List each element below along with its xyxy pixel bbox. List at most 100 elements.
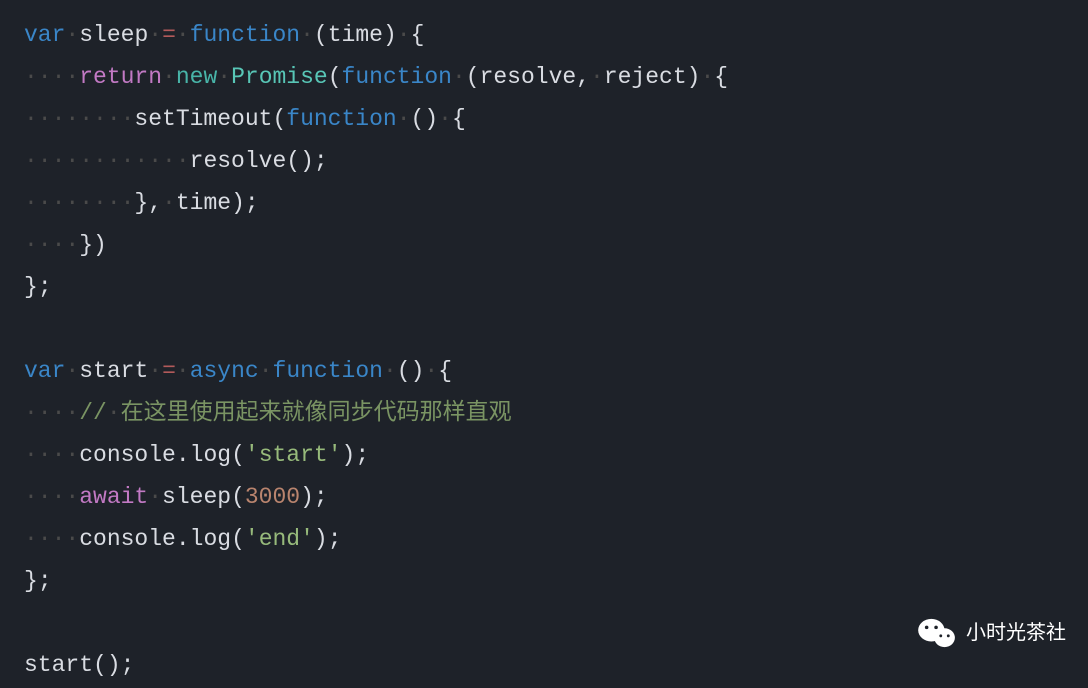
wechat-icon	[918, 617, 956, 649]
code-line: ····console.log('start');	[24, 442, 369, 468]
whitespace-dot: ·	[383, 358, 397, 384]
code-line: ····await·sleep(3000);	[24, 484, 328, 510]
brace-close: }	[24, 274, 38, 300]
keyword-function: function	[342, 64, 452, 90]
semicolon: ;	[314, 484, 328, 510]
brace-open: {	[452, 106, 466, 132]
comment-text: 在这里使用起来就像同步代码那样直观	[121, 400, 512, 426]
brace-close: }	[24, 568, 38, 594]
whitespace-dot: ·	[176, 358, 190, 384]
identifier: console	[79, 442, 176, 468]
string-literal: 'start'	[245, 442, 342, 468]
watermark: 小时光茶社	[918, 612, 1066, 654]
whitespace-dot: ·	[452, 64, 466, 90]
code-line: ········setTimeout(function·()·{	[24, 106, 466, 132]
paren-open: (	[397, 358, 411, 384]
function-call: resolve	[190, 148, 287, 174]
parameter: time	[328, 22, 383, 48]
paren-open: (	[231, 484, 245, 510]
semicolon: ;	[38, 568, 52, 594]
keyword-new: new	[176, 64, 217, 90]
semicolon: ;	[38, 274, 52, 300]
whitespace-dot: ·	[700, 64, 714, 90]
string-literal: 'end'	[245, 526, 314, 552]
code-line: ····//·在这里使用起来就像同步代码那样直观	[24, 400, 512, 426]
paren-close: )	[300, 148, 314, 174]
brace-open: {	[411, 22, 425, 48]
paren-close: )	[107, 652, 121, 678]
operator: =	[162, 22, 176, 48]
code-line: ····console.log('end');	[24, 526, 342, 552]
whitespace-dot: ·	[162, 64, 176, 90]
keyword-function: function	[190, 22, 300, 48]
code-line: };	[24, 568, 52, 594]
whitespace-dot: ·	[148, 484, 162, 510]
code-line: start();	[24, 652, 134, 678]
keyword-async: async	[190, 358, 259, 384]
keyword-var: var	[24, 358, 65, 384]
code-block: var·sleep·=·function·(time)·{ ····return…	[24, 14, 1064, 686]
brace-close: }	[79, 232, 93, 258]
semicolon: ;	[245, 190, 259, 216]
whitespace-dot: ·	[148, 358, 162, 384]
class-name: Promise	[231, 64, 328, 90]
whitespace-dot: ·	[176, 22, 190, 48]
paren-close: )	[383, 22, 397, 48]
parameter: resolve	[480, 64, 577, 90]
parameter: reject	[604, 64, 687, 90]
blank-line	[24, 316, 38, 342]
indent-dots: ········	[24, 106, 134, 132]
paren-close: )	[231, 190, 245, 216]
whitespace-dot: ·	[65, 358, 79, 384]
whitespace-dot: ·	[590, 64, 604, 90]
whitespace-dot: ·	[438, 106, 452, 132]
identifier: console	[79, 526, 176, 552]
function-call: start	[24, 652, 93, 678]
keyword-await: await	[79, 484, 148, 510]
operator: =	[162, 358, 176, 384]
keyword-function: function	[286, 106, 396, 132]
paren-open: (	[328, 64, 342, 90]
function-call: setTimeout	[134, 106, 272, 132]
paren-open: (	[272, 106, 286, 132]
paren-close: )	[342, 442, 356, 468]
paren-open: (	[93, 652, 107, 678]
indent-dots: ····	[24, 232, 79, 258]
keyword-function: function	[273, 358, 383, 384]
whitespace-dot: ·	[397, 22, 411, 48]
paren-open: (	[231, 442, 245, 468]
method-call: log	[190, 526, 231, 552]
code-line: var·sleep·=·function·(time)·{	[24, 22, 424, 48]
brace-open: {	[438, 358, 452, 384]
identifier: time	[176, 190, 231, 216]
keyword-var: var	[24, 22, 65, 48]
paren-open: (	[231, 526, 245, 552]
paren-open: (	[411, 106, 425, 132]
whitespace-dot: ·	[397, 106, 411, 132]
paren-close: )	[411, 358, 425, 384]
watermark-text: 小时光茶社	[966, 612, 1066, 654]
brace-open: {	[714, 64, 728, 90]
whitespace-dot: ·	[259, 358, 273, 384]
indent-dots: ····	[24, 526, 79, 552]
whitespace-dot: ·	[162, 190, 176, 216]
code-line: ····})	[24, 232, 107, 258]
indent-dots: ············	[24, 148, 190, 174]
comment-slashes: //	[79, 400, 107, 426]
paren-open: (	[466, 64, 480, 90]
paren-close: )	[687, 64, 701, 90]
code-line: var·start·=·async·function·()·{	[24, 358, 452, 384]
whitespace-dot: ·	[217, 64, 231, 90]
identifier: sleep	[79, 22, 148, 48]
indent-dots: ····	[24, 442, 79, 468]
number-literal: 3000	[245, 484, 300, 510]
semicolon: ;	[314, 148, 328, 174]
dot: .	[176, 526, 190, 552]
indent-dots: ····	[24, 64, 79, 90]
code-line: ············resolve();	[24, 148, 328, 174]
blank-line	[24, 610, 38, 636]
whitespace-dot: ·	[107, 400, 121, 426]
comma: ,	[148, 190, 162, 216]
method-call: log	[190, 442, 231, 468]
code-line: ········},·time);	[24, 190, 259, 216]
